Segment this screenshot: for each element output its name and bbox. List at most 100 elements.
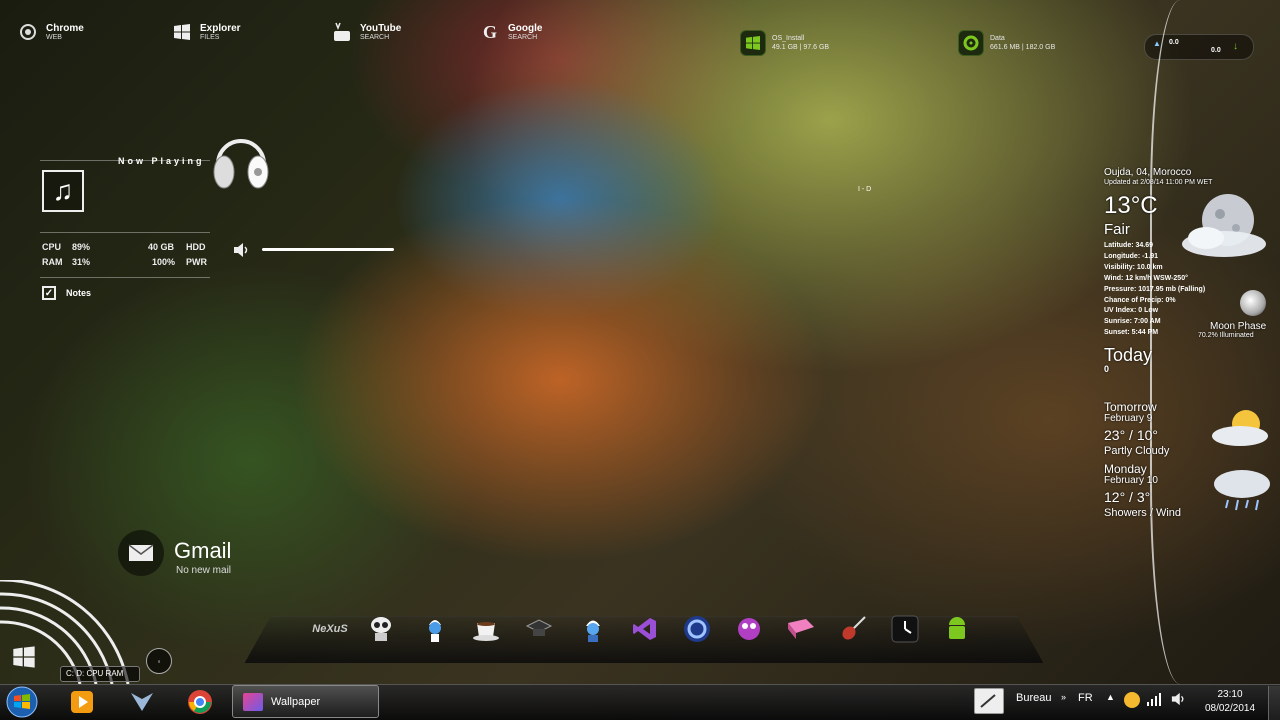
nexus-logo[interactable]: NeXuS	[312, 614, 348, 644]
cpu-value: 89%	[72, 242, 91, 252]
download-arrow-icon: ↓	[1233, 41, 1238, 52]
shortcut-youtube[interactable]: YouTube SEARCH	[332, 22, 401, 42]
disk-drive-icon	[958, 30, 984, 56]
music-note-icon[interactable]: ♫	[42, 170, 84, 212]
moon-phase-icon	[1240, 290, 1266, 316]
app-taskbar-button[interactable]	[122, 688, 162, 716]
drive-usage: 49.1 GB | 97.6 GB	[772, 44, 830, 51]
shortcut-title: Explorer	[200, 23, 241, 34]
network-signal-icon[interactable]	[1146, 692, 1162, 709]
pwr-label: PWR	[186, 257, 207, 267]
shortcut-title: YouTube	[360, 23, 402, 34]
ram-value: 31%	[72, 257, 91, 267]
coffee-cup-icon[interactable]	[472, 614, 502, 644]
forecast-temps: 23° / 10°	[1104, 427, 1159, 443]
drive-usage: 661.6 MB | 182.0 GB	[990, 44, 1056, 51]
android-icon[interactable]	[942, 614, 972, 644]
notes-button[interactable]: ✓ Notes	[42, 286, 91, 300]
forecast-day: Monday	[1104, 462, 1147, 476]
weather-detail: Sunrise: 7:00 AM	[1104, 318, 1161, 326]
visual-studio-icon[interactable]	[630, 614, 660, 644]
bureau-toolbar[interactable]: Bureau	[1016, 692, 1051, 704]
pen-tablet-icon[interactable]	[974, 688, 1004, 714]
pwr-value: 100%	[152, 257, 176, 267]
taskbar-clock[interactable]: 23:10 08/02/2014	[1202, 688, 1258, 716]
mail-icon[interactable]	[118, 530, 164, 576]
weather-temp: 13°C	[1104, 192, 1158, 219]
weather-condition: Fair	[1104, 221, 1130, 238]
forecast-condition: Showers / Wind	[1104, 507, 1182, 519]
language-indicator[interactable]: FR	[1078, 692, 1093, 704]
weather-updated: Updated at 2/08/14 11:00 PM WET	[1104, 179, 1213, 186]
youtube-icon	[332, 22, 352, 42]
today-label: Today	[1104, 345, 1153, 365]
walle-icon[interactable]	[366, 614, 396, 644]
forecast-day: Tomorrow	[1104, 400, 1157, 414]
weather-arc-divider	[1150, 0, 1180, 684]
drive-letters-bar[interactable]: C: D: CPU RAM	[60, 666, 140, 682]
notes-label: Notes	[66, 288, 92, 298]
power-dial-icon[interactable]: ◦	[146, 648, 172, 674]
weather-details: Latitude: 34.69 Longitude: -1.91 Visibil…	[1104, 241, 1205, 339]
drive-widget-os[interactable]: OS_Install 49.1 GB | 97.6 GB	[740, 30, 829, 56]
shortcut-sub: FILES	[200, 34, 220, 41]
chrome-icon	[18, 22, 38, 42]
speaker-icon[interactable]	[232, 242, 250, 261]
weather-detail: Latitude: 34.69	[1104, 242, 1154, 249]
gmail-status: No new mail	[176, 565, 232, 576]
partly-cloudy-icon	[1208, 404, 1274, 455]
moon-illumination: 70.2% Illuminated	[1198, 332, 1254, 339]
weather-detail: Chance of Precip: 0%	[1104, 296, 1176, 304]
ram-label: RAM	[42, 257, 63, 267]
weather-detail: UV Index: 0 Low	[1104, 307, 1159, 315]
show-desktop-button[interactable]	[1268, 686, 1280, 720]
shortcut-sub: SEARCH	[508, 34, 538, 41]
wallpaper-window-button[interactable]: Wallpaper	[232, 685, 379, 718]
pink-book-icon[interactable]	[786, 614, 816, 644]
start-orb-button[interactable]	[2, 685, 42, 719]
windows-logo-icon[interactable]	[12, 646, 36, 673]
smurf-gnome-icon[interactable]	[578, 614, 608, 644]
headphones-icon[interactable]	[210, 130, 272, 199]
tray-expand-icon[interactable]: ▲	[1106, 692, 1115, 702]
now-playing-label: Now Playing	[118, 156, 205, 166]
cinema4d-icon[interactable]	[682, 614, 712, 644]
weather-detail: Sunset: 5:44 PM	[1104, 329, 1159, 337]
purple-monster-icon[interactable]	[734, 614, 764, 644]
forecast-date: February 9	[1104, 413, 1153, 424]
weather-detail: Pressure: 1017.95 mb (Falling)	[1104, 285, 1206, 293]
shortcut-sub: SEARCH	[360, 34, 390, 41]
drive-widget-data[interactable]: Data 661.6 MB | 182.0 GB	[958, 30, 1055, 56]
shortcut-google[interactable]: G Google SEARCH	[480, 22, 542, 42]
graduation-icon[interactable]	[524, 614, 554, 644]
forecast-date: February 10	[1104, 475, 1158, 486]
drive-name: OS_Install	[772, 35, 805, 42]
windows-drive-icon	[740, 30, 766, 56]
window-title: Wallpaper	[271, 695, 321, 708]
download-value: 0.0	[1211, 47, 1221, 54]
clock-date: 08/02/2014	[1204, 703, 1256, 714]
chrome-taskbar-button[interactable]	[180, 688, 220, 716]
moon-phase-label: Moon Phase	[1210, 321, 1267, 332]
rain-cloud-icon	[1208, 462, 1274, 519]
clock-time: 23:10	[1217, 689, 1243, 700]
wallpaper-app-icon	[243, 692, 263, 711]
tray-app-icon[interactable]	[1124, 692, 1140, 708]
smurf-icon[interactable]	[420, 614, 450, 644]
shortcut-chrome[interactable]: Chrome WEB	[18, 22, 84, 42]
divider	[40, 232, 210, 233]
gmail-title[interactable]: Gmail	[174, 538, 231, 564]
guitar-icon[interactable]	[838, 614, 868, 644]
volume-slider[interactable]	[262, 248, 394, 251]
toolbar-chevron-icon[interactable]: »	[1061, 692, 1066, 702]
weather-detail: Visibility: 10.0 km	[1104, 263, 1163, 271]
volume-tray-icon[interactable]	[1170, 692, 1186, 709]
weather-detail: Wind: 12 km/h WSW-250°	[1104, 274, 1188, 282]
media-player-taskbar-button[interactable]	[62, 688, 102, 716]
shortcut-explorer[interactable]: Explorer FILES	[172, 22, 241, 42]
center-label: I - D	[858, 186, 872, 193]
clock-icon[interactable]	[890, 614, 920, 644]
weather-detail: Longitude: -1.91	[1104, 252, 1159, 260]
hdd-label: HDD	[186, 242, 206, 252]
shortcut-title: Google	[508, 23, 543, 34]
